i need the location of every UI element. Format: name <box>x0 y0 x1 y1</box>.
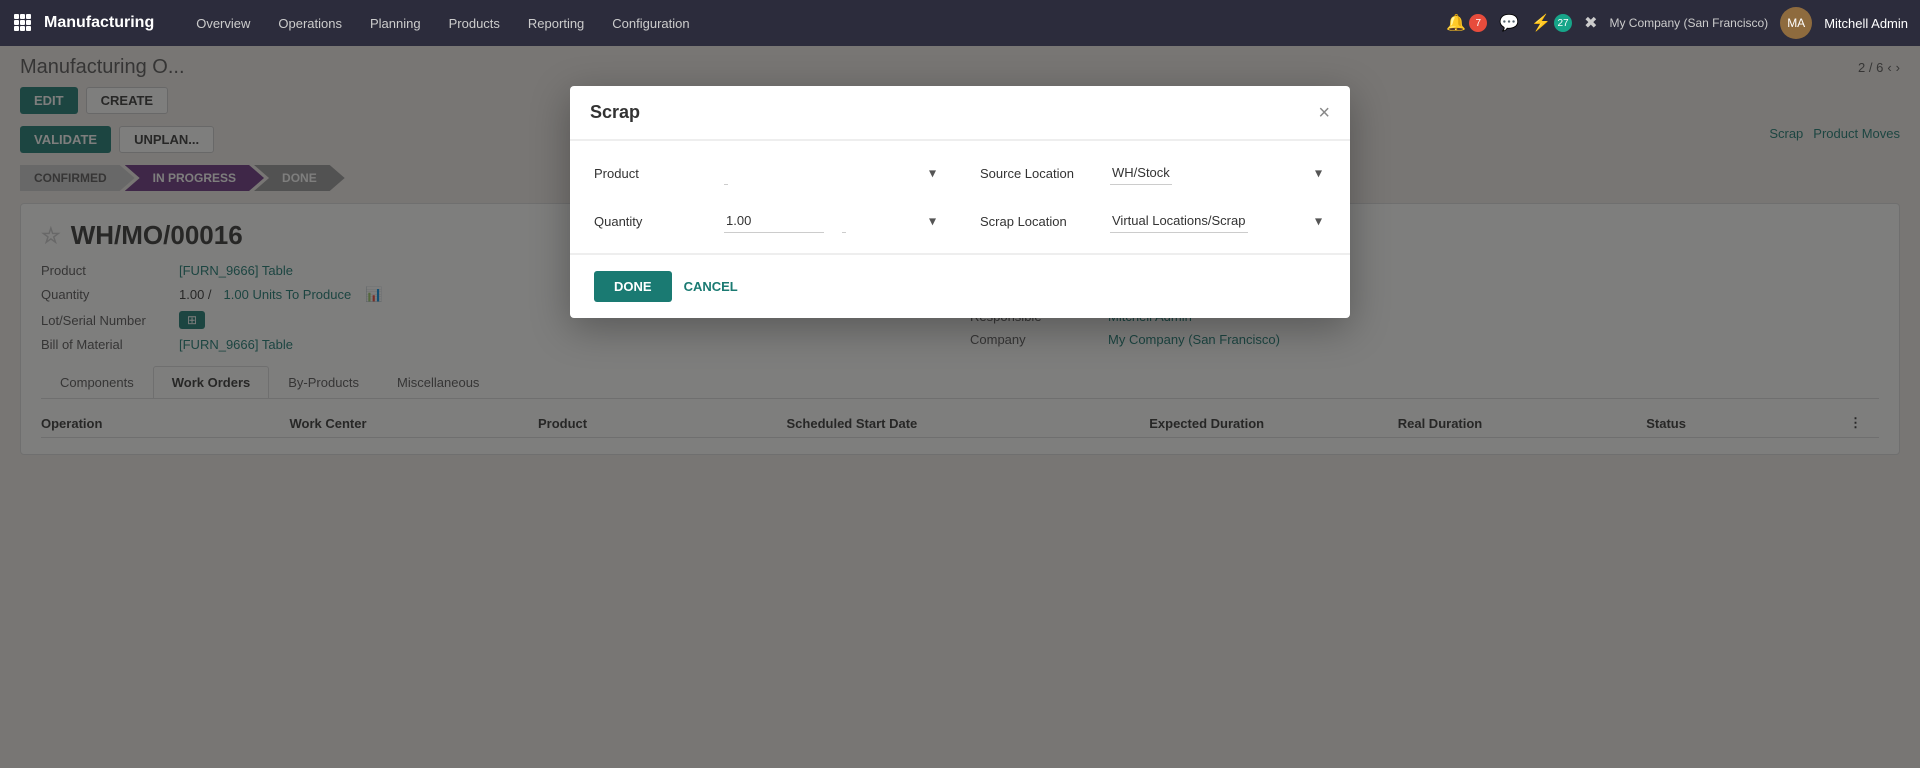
nav-brand: Manufacturing <box>44 14 154 32</box>
company-name: My Company (San Francisco) <box>1609 16 1768 30</box>
bell-icon[interactable]: 🔔 <box>1446 13 1466 33</box>
modal-footer: DONE CANCEL <box>570 254 1350 318</box>
product-select[interactable] <box>724 161 728 185</box>
modal-body: Product Source Location <box>570 141 1350 253</box>
nav-link-products[interactable]: Products <box>435 0 514 46</box>
modal-title: Scrap <box>590 102 640 123</box>
notification-badge: 7 <box>1469 14 1487 32</box>
modal-quantity-label: Quantity <box>594 214 714 229</box>
modal-source-location-label: Source Location <box>980 166 1100 181</box>
nav-link-reporting[interactable]: Reporting <box>514 0 598 46</box>
chat-icon[interactable]: 💬 <box>1499 13 1519 33</box>
modal-overlay: Scrap × Product <box>0 46 1920 768</box>
quantity-input[interactable] <box>724 209 824 233</box>
modal-scrap-location-label: Scrap Location <box>980 214 1100 229</box>
source-location-field-group: Source Location WH/Stock <box>980 161 1326 185</box>
source-location-select-wrapper: WH/Stock <box>1110 161 1326 185</box>
activity-badge: 27 <box>1554 14 1572 32</box>
grid-icon[interactable] <box>12 12 32 35</box>
nav-link-configuration[interactable]: Configuration <box>598 0 703 46</box>
nav-link-operations[interactable]: Operations <box>264 0 356 46</box>
source-location-select[interactable]: WH/Stock <box>1110 161 1172 185</box>
nav-link-planning[interactable]: Planning <box>356 0 435 46</box>
modal-product-label: Product <box>594 166 714 181</box>
activity-icon[interactable]: ⚡ <box>1531 13 1551 33</box>
scrap-location-select[interactable]: Virtual Locations/Scrap <box>1110 209 1248 233</box>
scrap-location-field-group: Scrap Location Virtual Locations/Scrap <box>980 209 1326 233</box>
page-wrapper: Manufacturing O... 2 / 6 ‹ › EDIT CREATE… <box>0 46 1920 768</box>
nav-links: Overview Operations Planning Products Re… <box>182 0 703 46</box>
user-name: Mitchell Admin <box>1824 16 1908 31</box>
nav-link-overview[interactable]: Overview <box>182 0 264 46</box>
user-avatar[interactable]: MA <box>1780 7 1812 39</box>
modal-close-button[interactable]: × <box>1318 103 1330 123</box>
top-nav: Manufacturing Overview Operations Planni… <box>0 0 1920 46</box>
nav-right: 🔔 7 💬 ⚡ 27 ✖ My Company (San Francisco) … <box>1446 7 1908 39</box>
quantity-field-group: Quantity <box>594 209 940 233</box>
product-select-wrapper <box>724 161 940 185</box>
product-field-group: Product <box>594 161 940 185</box>
scrap-modal: Scrap × Product <box>570 86 1350 318</box>
modal-header: Scrap × <box>570 86 1350 140</box>
support-icon[interactable]: ✖ <box>1584 13 1597 33</box>
done-button[interactable]: DONE <box>594 271 672 302</box>
cancel-button[interactable]: CANCEL <box>684 279 738 294</box>
unit-select[interactable] <box>842 209 846 233</box>
scrap-location-select-wrapper: Virtual Locations/Scrap <box>1110 209 1326 233</box>
unit-select-wrapper <box>842 209 940 233</box>
